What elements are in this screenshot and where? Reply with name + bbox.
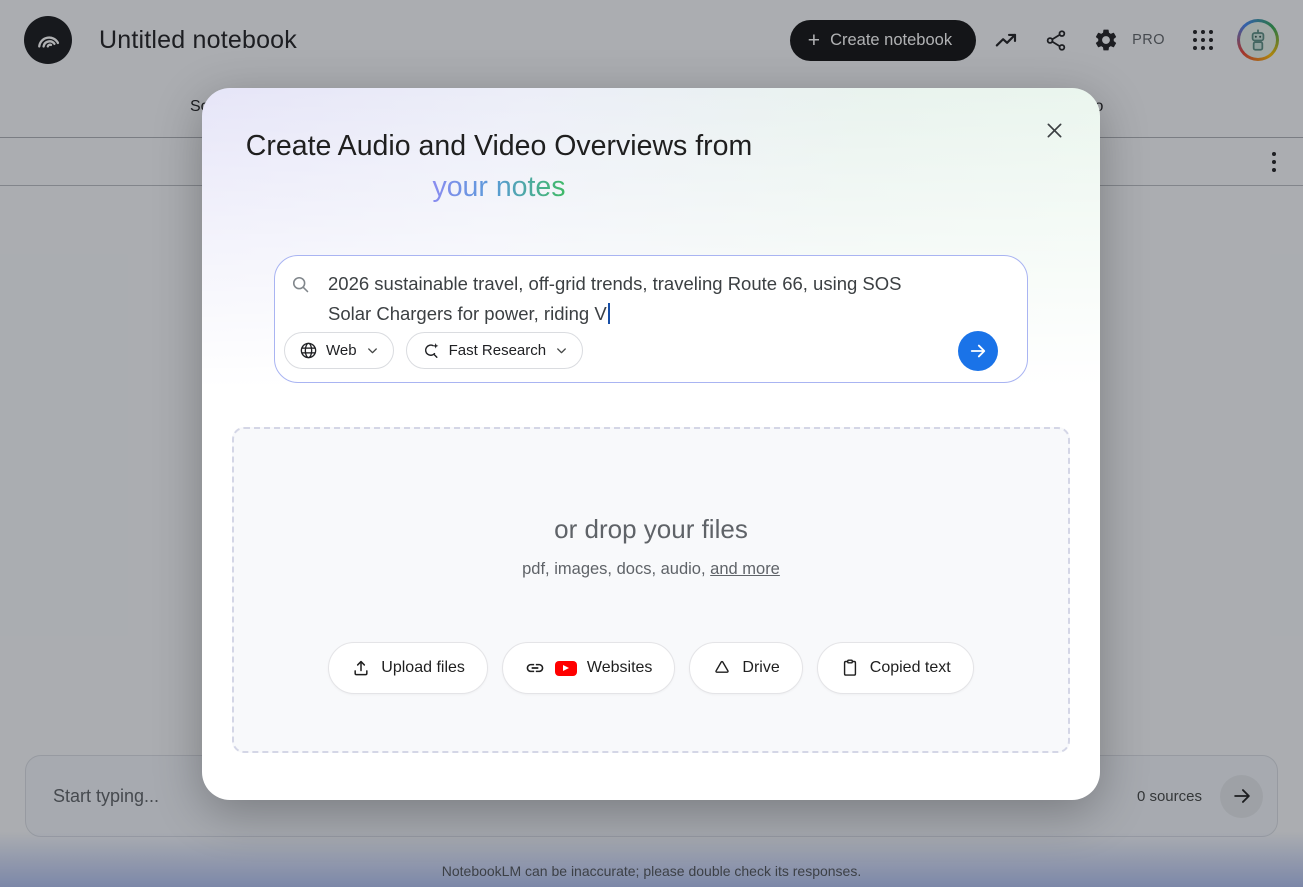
text-cursor — [608, 303, 610, 324]
globe-icon — [299, 341, 318, 360]
file-drop-zone[interactable]: or drop your files pdf, images, docs, au… — [232, 427, 1070, 753]
query-text-line1: 2026 sustainable travel, off-grid trends… — [328, 269, 967, 299]
drive-icon — [712, 658, 732, 678]
query-option-chips: Web Fast Research — [284, 332, 583, 369]
and-more-link[interactable]: and more — [710, 560, 780, 578]
dialog-title-highlight: your notes — [432, 171, 565, 203]
link-icon — [525, 658, 545, 678]
drop-zone-subtext: pdf, images, docs, audio, and more — [234, 560, 1068, 579]
clipboard-icon — [840, 658, 860, 678]
query-text-line2: Solar Chargers for power, riding V — [328, 299, 967, 329]
upload-icon — [351, 658, 371, 678]
websites-label: Websites — [587, 659, 653, 677]
research-mode-dropdown[interactable]: Fast Research — [406, 332, 584, 369]
copied-text-button[interactable]: Copied text — [817, 642, 974, 694]
research-mode-label: Fast Research — [449, 342, 547, 359]
drop-zone-heading: or drop your files — [234, 514, 1068, 545]
fast-research-icon — [421, 341, 441, 361]
upload-files-button[interactable]: Upload files — [328, 642, 488, 694]
close-icon — [1044, 120, 1065, 141]
drive-button[interactable]: Drive — [689, 642, 802, 694]
arrow-right-icon — [968, 341, 988, 361]
dialog-title: Create Audio and Video Overviews from you… — [229, 126, 769, 208]
source-buttons-row: Upload files Websites Drive — [234, 642, 1068, 694]
drive-label: Drive — [742, 659, 779, 677]
websites-button[interactable]: Websites — [502, 642, 676, 694]
source-scope-dropdown[interactable]: Web — [284, 332, 394, 369]
submit-query-button[interactable] — [958, 331, 998, 371]
query-text[interactable]: 2026 sustainable travel, off-grid trends… — [328, 269, 967, 329]
search-icon — [290, 274, 311, 295]
research-query-input[interactable]: 2026 sustainable travel, off-grid trends… — [274, 255, 1028, 383]
source-scope-label: Web — [326, 342, 357, 359]
create-overviews-dialog: Create Audio and Video Overviews from you… — [202, 88, 1100, 800]
dialog-title-line1: Create Audio and Video Overviews from — [246, 130, 752, 162]
copied-text-label: Copied text — [870, 659, 951, 677]
youtube-icon — [555, 661, 577, 676]
upload-files-label: Upload files — [381, 659, 465, 677]
chevron-down-icon — [365, 343, 380, 358]
chevron-down-icon — [554, 343, 569, 358]
close-button[interactable] — [1038, 114, 1070, 146]
